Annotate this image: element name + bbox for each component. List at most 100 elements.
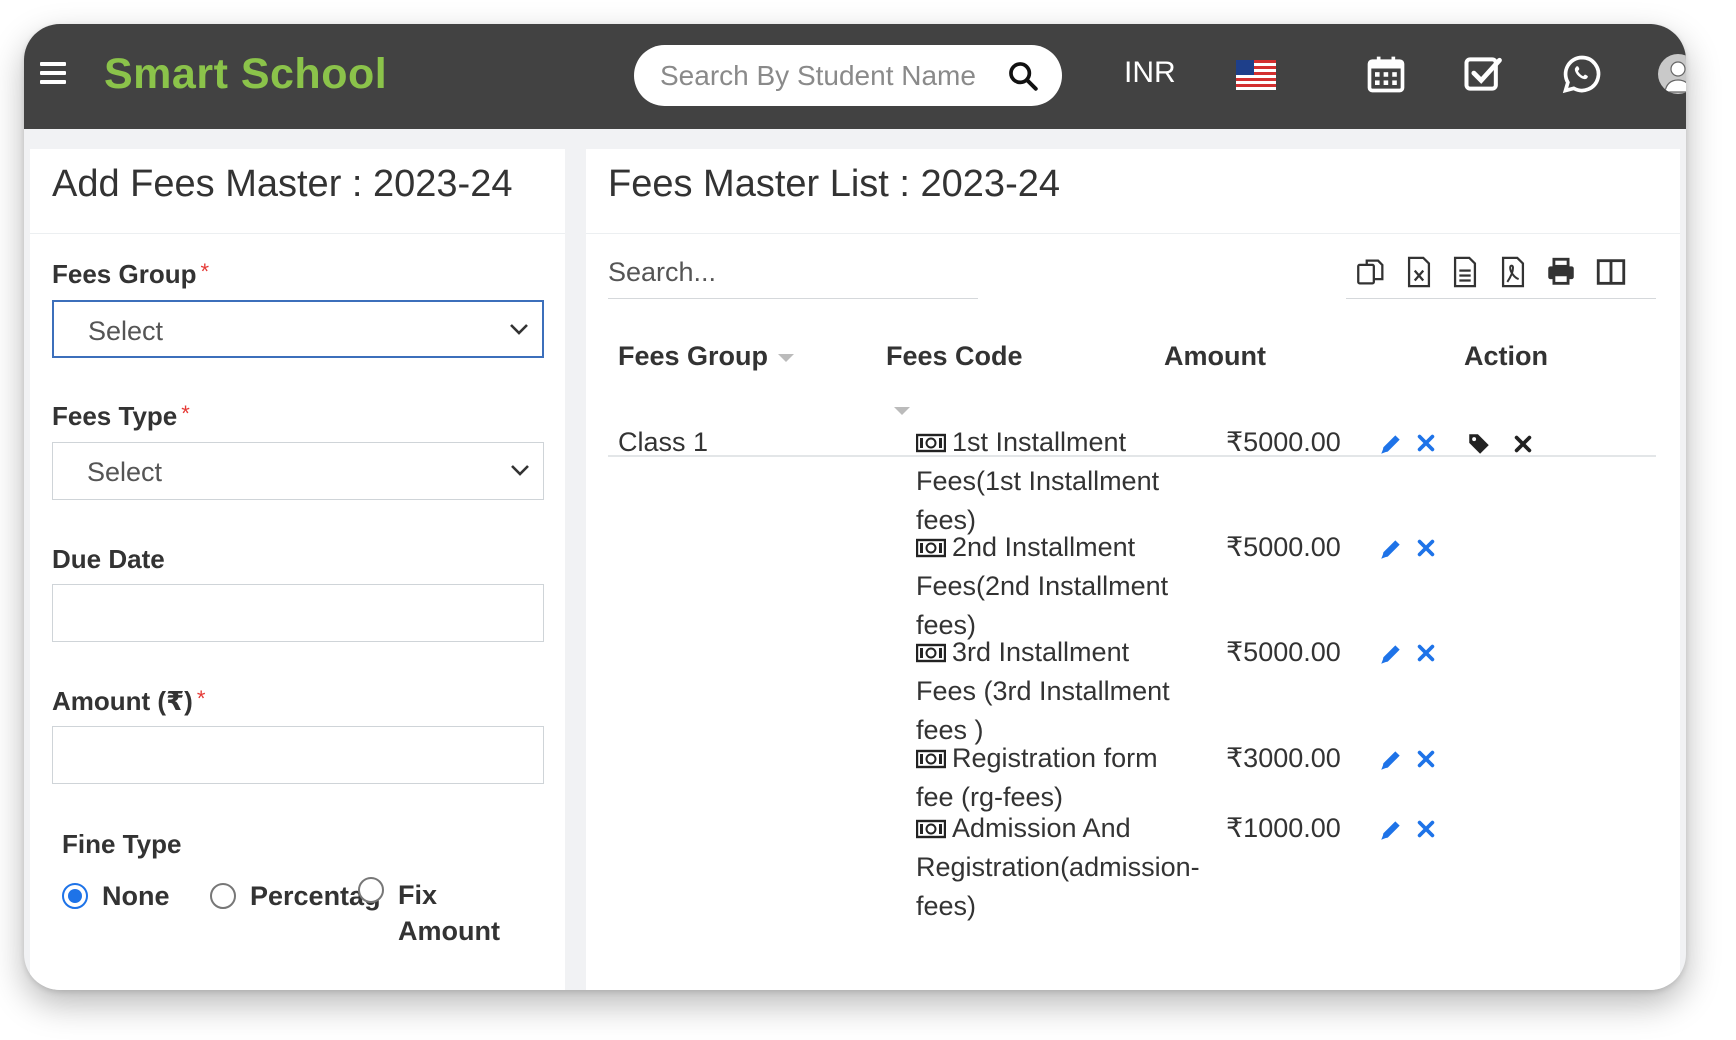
whatsapp-icon[interactable] — [1560, 52, 1604, 96]
search-icon[interactable] — [1006, 59, 1040, 93]
fees-type-select[interactable]: Select — [52, 442, 544, 500]
menu-icon[interactable] — [40, 62, 66, 86]
edit-pencil-icon[interactable] — [1378, 817, 1404, 843]
task-check-icon[interactable] — [1461, 52, 1505, 96]
fees-code-line: 1st Installment — [916, 423, 1216, 462]
csv-icon[interactable] — [1448, 255, 1482, 289]
top-navbar: Smart School INR — [24, 24, 1686, 129]
delete-x-icon[interactable] — [1415, 537, 1437, 559]
user-icon — [1664, 61, 1686, 93]
chevron-down-icon — [510, 324, 528, 335]
sort-icon — [894, 406, 910, 415]
fees-code-cell: Registration form fee (rg-fees) — [916, 739, 1216, 817]
fees-group-value: Select — [88, 316, 164, 346]
amount-label-text: Amount (₹) — [52, 686, 193, 716]
fees-code-text: 3rd Installment — [952, 637, 1130, 667]
fees-code-line: 2nd Installment — [916, 528, 1216, 567]
chevron-down-icon — [511, 465, 529, 476]
fees-code-cell: 1st Installment Fees(1st Installment fees) — [916, 423, 1216, 540]
panel-title: Add Fees Master : 2023-24 — [52, 163, 513, 205]
fees-type-value: Select — [87, 457, 163, 487]
amount-cell: ₹5000.00 — [1226, 637, 1341, 667]
fix-amount-line-2: Amount — [398, 916, 500, 946]
money-icon — [916, 749, 946, 769]
fees-type-label-text: Fees Type — [52, 401, 178, 431]
edit-pencil-icon[interactable] — [1378, 536, 1404, 562]
delete-x-icon[interactable] — [1415, 748, 1437, 770]
sort-icon-wrap — [894, 394, 1023, 425]
amount-input[interactable] — [52, 726, 544, 784]
sort-icon — [778, 353, 795, 362]
fees-code-cell: 2nd Installment Fees(2nd Installment fees) — [916, 528, 1216, 645]
export-toolbar — [1346, 253, 1656, 299]
edit-pencil-icon[interactable] — [1378, 747, 1404, 773]
fees-group-cell: Class 1 — [618, 427, 709, 457]
calendar-icon[interactable] — [1364, 52, 1408, 96]
fine-none-radio[interactable] — [62, 883, 88, 909]
print-icon[interactable] — [1544, 255, 1578, 289]
add-fees-master-panel: Add Fees Master : 2023-24 Fees Group * Se… — [30, 149, 565, 990]
tag-icon[interactable] — [1466, 431, 1492, 457]
fees-code-line: Registration(admission- — [916, 848, 1216, 887]
fees-code-text: fees) — [916, 891, 977, 921]
fees-code-text: Fees(2nd Installment — [916, 571, 1169, 601]
fine-fix-amount-label[interactable]: Fix Amount — [398, 877, 500, 949]
copy-icon[interactable] — [1354, 255, 1388, 289]
pdf-icon[interactable] — [1496, 255, 1530, 289]
required-mark: * — [200, 259, 210, 284]
delete-group-icon[interactable] — [1512, 433, 1534, 455]
fees-code-text: 2nd Installment — [952, 532, 1136, 562]
divider — [30, 233, 565, 234]
user-avatar[interactable] — [1658, 54, 1686, 94]
fees-code-text: Registration form — [952, 743, 1158, 773]
fees-group-label-text: Fees Group — [52, 259, 197, 289]
fees-code-line: 3rd Installment — [916, 633, 1216, 672]
fees-code-line: Fees(1st Installment — [916, 462, 1216, 501]
col-fees-code-label: Fees Code — [886, 341, 1023, 371]
currency-selector[interactable]: INR — [1124, 56, 1176, 90]
fees-code-line: Registration form — [916, 739, 1216, 778]
due-date-label: Due Date — [52, 544, 165, 574]
us-flag-icon[interactable] — [1236, 60, 1276, 90]
fees-code-cell: 3rd Installment Fees (3rd Installment fees… — [916, 633, 1216, 750]
delete-x-icon[interactable] — [1415, 642, 1437, 664]
money-icon — [916, 433, 946, 453]
fees-code-cell: Admission And Registration(admission-fees… — [916, 809, 1216, 926]
fees-code-line: Fees(2nd Installment — [916, 567, 1216, 606]
delete-x-icon[interactable] — [1415, 818, 1437, 840]
amount-cell: ₹3000.00 — [1226, 743, 1341, 773]
panel-title: Fees Master List : 2023-24 — [608, 163, 1060, 205]
fees-code-text: Fees (3rd Installment — [916, 676, 1170, 706]
col-fees-code[interactable]: Fees Code — [886, 341, 1023, 425]
fine-type-label: Fine Type — [62, 829, 182, 859]
col-fees-group[interactable]: Fees Group — [618, 341, 795, 372]
edit-pencil-icon[interactable] — [1378, 641, 1404, 667]
fees-group-label: Fees Group * — [52, 259, 209, 290]
required-mark: * — [196, 686, 206, 711]
fees-code-text: Registration(admission- — [916, 852, 1200, 882]
fine-percentage-radio[interactable] — [210, 883, 236, 909]
col-amount[interactable]: Amount — [1164, 341, 1266, 372]
amount-cell: ₹5000.00 — [1226, 532, 1341, 562]
app-window: Smart School INR — [24, 24, 1686, 990]
col-action[interactable]: Action — [1464, 341, 1548, 372]
student-search-input[interactable] — [660, 59, 990, 92]
fees-code-line: Admission And — [916, 809, 1216, 848]
fees-type-label: Fees Type * — [52, 401, 190, 432]
fees-group-select[interactable]: Select — [52, 300, 544, 358]
delete-x-icon[interactable] — [1415, 432, 1437, 454]
due-date-input[interactable] — [52, 584, 544, 642]
brand-logo[interactable]: Smart School — [104, 50, 387, 99]
excel-icon[interactable] — [1402, 255, 1436, 289]
table-search-input[interactable]: Search... — [608, 253, 978, 299]
col-fees-group-label: Fees Group — [618, 341, 769, 371]
columns-icon[interactable] — [1594, 255, 1628, 289]
student-search — [634, 45, 1062, 106]
edit-pencil-icon[interactable] — [1378, 431, 1404, 457]
fees-code-text: 1st Installment — [952, 427, 1127, 457]
fine-fix-amount-radio[interactable] — [358, 877, 384, 903]
fees-code-text: Fees(1st Installment — [916, 466, 1160, 496]
fix-amount-line-1: Fix — [398, 880, 438, 910]
money-icon — [916, 819, 946, 839]
fine-none-label[interactable]: None — [102, 881, 170, 912]
